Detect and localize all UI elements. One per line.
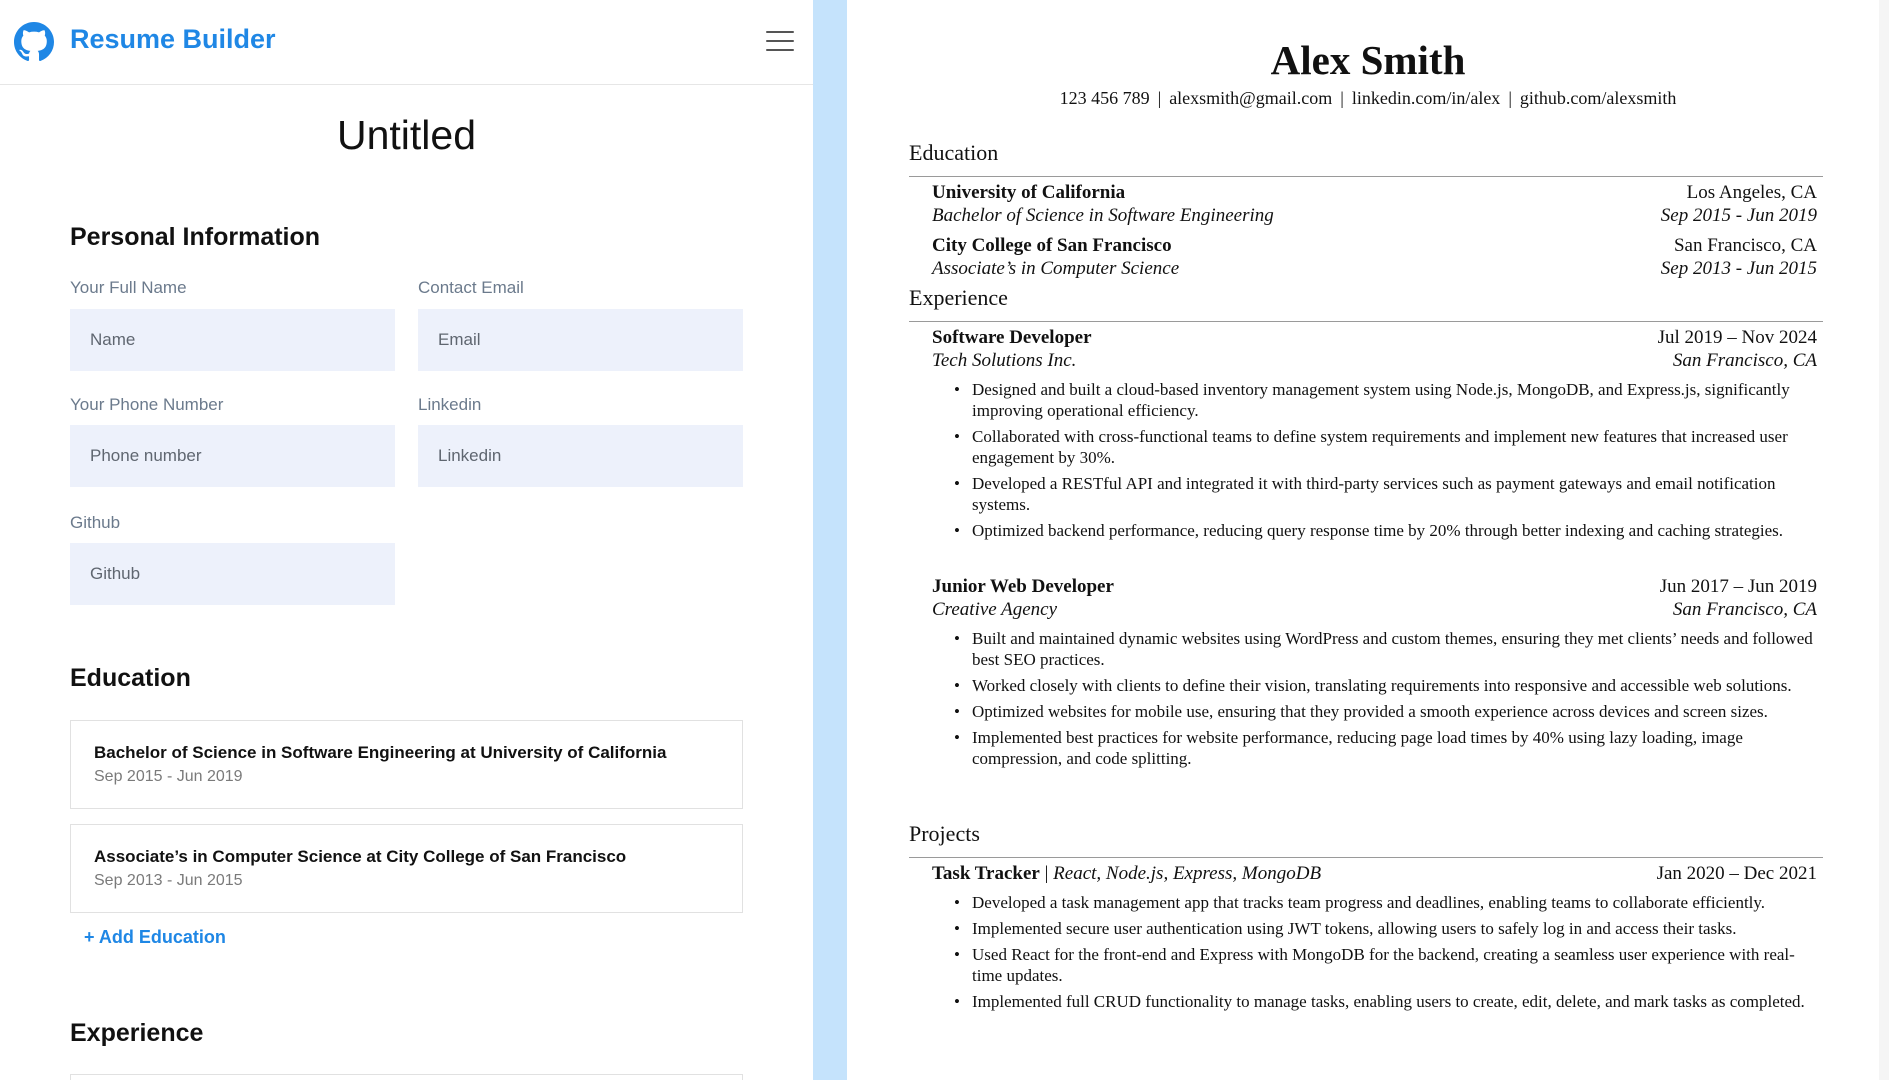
resume-job-title: Software Developer (932, 327, 1092, 348)
resume-school: City College of San Francisco (932, 235, 1172, 256)
phone-input[interactable] (70, 425, 395, 487)
education-card-dates: Sep 2013 - Jun 2015 (94, 872, 243, 889)
contact-separator: | (1157, 88, 1162, 108)
list-item: Collaborated with cross-functional teams… (932, 426, 1817, 468)
resume-contact: 123 456 789 | alexsmith@gmail.com | linkedin… (847, 88, 1889, 109)
education-card[interactable]: Bachelor of Science in Software Engineer… (70, 720, 743, 809)
resume-company: Tech Solutions Inc. (932, 350, 1077, 371)
list-item: Built and maintained dynamic websites us… (932, 628, 1817, 670)
hamburger-menu-icon[interactable] (766, 28, 794, 54)
contact-separator: | (1340, 88, 1344, 108)
resume-project-tech: React, Node.js, Express, MongoDB (1053, 863, 1322, 884)
education-card[interactable]: Associate’s in Computer Science at City … (70, 824, 743, 913)
project-separator: | (1044, 863, 1049, 884)
resume-job-bullets: Built and maintained dynamic websites us… (932, 628, 1817, 774)
editor-panel: Resume Builder Untitled Personal Informa… (0, 0, 813, 1080)
github-label: Github (70, 513, 121, 532)
panel-divider[interactable] (813, 0, 847, 1080)
resume-job-dates: Jul 2019 – Nov 2024 (1657, 327, 1817, 348)
linkedin-input[interactable] (418, 425, 743, 487)
list-item: Used React for the front-end and Express… (932, 944, 1817, 986)
section-rule (909, 176, 1823, 177)
resume-phone: 123 456 789 (1059, 88, 1150, 108)
resume-linkedin: linkedin.com/in/alex (1351, 88, 1501, 108)
full-name-input[interactable] (70, 309, 395, 371)
resume-name: Alex Smith (1270, 37, 1466, 83)
resume-job-title: Junior Web Developer (932, 576, 1114, 597)
experience-heading: Experience (70, 1019, 204, 1047)
resume-job-location: San Francisco, CA (1672, 350, 1817, 371)
resume-project-dates: Jan 2020 – Dec 2021 (1656, 863, 1817, 884)
top-bar: Resume Builder (0, 0, 813, 85)
resume-company: Creative Agency (932, 599, 1058, 620)
section-rule (909, 857, 1823, 858)
list-item: Worked closely with clients to define th… (932, 675, 1817, 696)
education-card-title: Bachelor of Science in Software Engineer… (94, 743, 667, 762)
list-item: Developed a RESTful API and integrated i… (932, 473, 1817, 515)
resume-education-row: Bachelor of Science in Software Engineer… (932, 205, 1817, 229)
document-title[interactable]: Untitled (0, 112, 813, 159)
list-item: Designed and built a cloud-based invento… (932, 379, 1817, 421)
resume-job-row: Junior Web Developer Jun 2017 – Jun 2019 (932, 576, 1817, 600)
resume-degree: Bachelor of Science in Software Engineer… (932, 205, 1274, 226)
resume-job-row: Creative Agency San Francisco, CA (932, 599, 1817, 623)
resume-project-name: Task Tracker (932, 863, 1040, 884)
education-card-dates: Sep 2015 - Jun 2019 (94, 768, 243, 785)
education-card-title: Associate’s in Computer Science at City … (94, 847, 627, 866)
personal-info-heading: Personal Information (70, 223, 321, 251)
github-icon[interactable] (14, 22, 54, 62)
list-item: Implemented best practices for website p… (932, 727, 1817, 769)
linkedin-label: Linkedin (418, 395, 482, 414)
phone-label: Your Phone Number (70, 395, 224, 414)
resume-job-row: Tech Solutions Inc. San Francisco, CA (932, 350, 1817, 374)
resume-email: alexsmith@gmail.com (1169, 88, 1333, 108)
resume-school-location: San Francisco, CA (1673, 235, 1817, 256)
list-item: Developed a task management app that tra… (932, 892, 1817, 913)
add-education-button[interactable]: + Add Education (84, 927, 226, 948)
resume-job-location: San Francisco, CA (1672, 599, 1817, 620)
email-label: Contact Email (418, 278, 524, 297)
resume-job-row: Software Developer Jul 2019 – Nov 2024 (932, 327, 1817, 351)
email-input[interactable] (418, 309, 743, 371)
section-rule (909, 321, 1823, 322)
resume-job-bullets: Designed and built a cloud-based invento… (932, 379, 1817, 546)
list-item: Optimized websites for mobile use, ensur… (932, 701, 1817, 722)
resume-experience-heading: Experience (909, 285, 1008, 310)
resume-education-row: University of California Los Angeles, CA (932, 182, 1817, 206)
list-item: Optimized backend performance, reducing … (932, 520, 1817, 541)
github-input[interactable] (70, 543, 395, 605)
full-name-label: Your Full Name (70, 278, 187, 297)
experience-card[interactable] (70, 1074, 743, 1080)
list-item: Implemented full CRUD functionality to m… (932, 991, 1817, 1012)
resume-degree: Associate’s in Computer Science (932, 258, 1180, 279)
resume-education-row: Associate’s in Computer Science Sep 2013… (932, 258, 1817, 282)
resume-project-row: Task Tracker | React, Node.js, Express, … (932, 863, 1817, 887)
resume-github: github.com/alexsmith (1519, 88, 1677, 108)
resume-education-heading: Education (909, 140, 999, 165)
contact-separator: | (1508, 88, 1512, 108)
list-item: Implemented secure user authentication u… (932, 918, 1817, 939)
app-brand[interactable]: Resume Builder (70, 24, 276, 55)
resume-degree-dates: Sep 2013 - Jun 2015 (1660, 258, 1817, 279)
resume-degree-dates: Sep 2015 - Jun 2019 (1660, 205, 1817, 226)
resume-education-row: City College of San Francisco San Franci… (932, 235, 1817, 259)
resume-scrollbar[interactable] (1879, 0, 1889, 1080)
resume-school: University of California (932, 182, 1126, 203)
education-heading: Education (70, 664, 191, 692)
resume-job-dates: Jun 2017 – Jun 2019 (1659, 576, 1817, 597)
resume-project-bullets: Developed a task management app that tra… (932, 892, 1817, 1017)
resume-school-location: Los Angeles, CA (1686, 182, 1817, 203)
resume-preview: Alex Smith 123 456 789 | alexsmith@gmail.c… (847, 0, 1889, 1080)
resume-projects-heading: Projects (909, 821, 980, 846)
